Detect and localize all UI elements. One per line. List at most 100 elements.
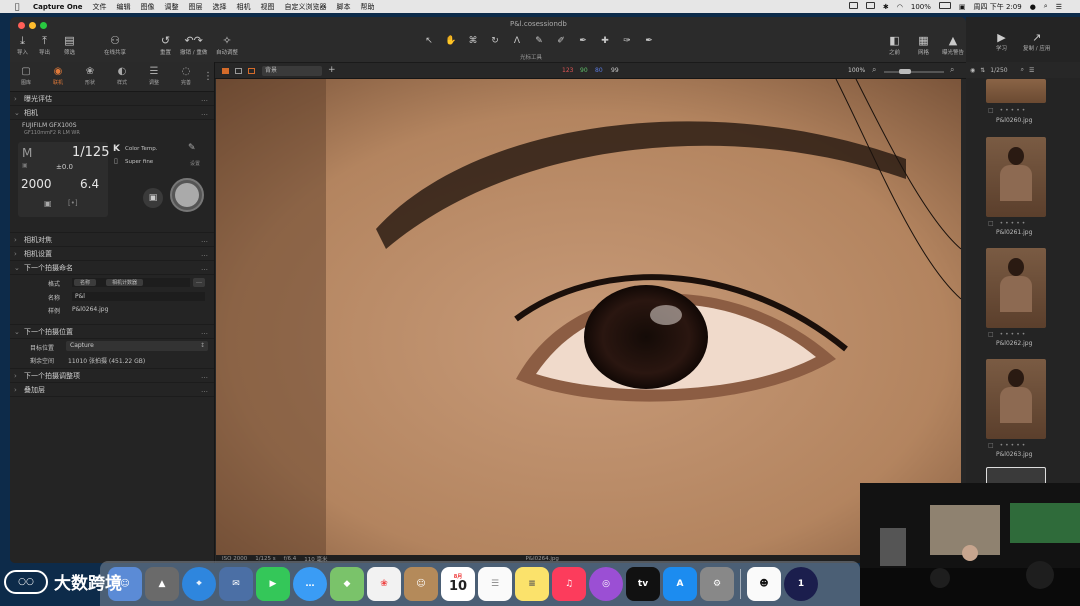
menu-custom-browser[interactable]: 自定义浏览器: [280, 2, 332, 12]
zoom-slider[interactable]: [884, 69, 944, 74]
calendar-icon[interactable]: 8月 10: [441, 566, 475, 601]
exposure-mode[interactable]: M: [22, 146, 32, 160]
podcasts-icon[interactable]: ◎: [589, 566, 623, 601]
quality-label[interactable]: Super fine: [125, 159, 153, 165]
undo-redo-button[interactable]: ↶↷ 撤销 / 重做: [180, 34, 207, 56]
launchpad-icon[interactable]: ▲: [145, 566, 179, 601]
format-token-counter[interactable]: 相机计数器: [106, 279, 144, 286]
apple-tv-icon[interactable]: tv: [626, 566, 660, 601]
learn-button[interactable]: ▶ 学习: [996, 31, 1007, 52]
more-icon[interactable]: …: [201, 236, 208, 244]
tab-adjust[interactable]: ☰ 调整: [138, 62, 170, 91]
safari-icon[interactable]: ⌖: [182, 566, 216, 601]
format-field[interactable]: 名称 相机计数器: [72, 278, 190, 287]
rating-stars[interactable]: □ •••••: [988, 442, 1027, 449]
heal-icon[interactable]: ✚: [596, 36, 614, 46]
aperture-value[interactable]: 6.4: [80, 177, 99, 191]
rating-stars[interactable]: □ •••••: [988, 220, 1027, 227]
tab-library[interactable]: ▢ 图库: [10, 62, 42, 91]
apple-menu-icon[interactable]: : [12, 2, 22, 12]
section-camera-focus[interactable]: › 相机对焦…: [10, 233, 214, 247]
app-store-icon[interactable]: A: [663, 566, 697, 601]
thumbnail-0263[interactable]: [986, 359, 1046, 439]
more-icon[interactable]: …: [201, 95, 208, 103]
messages-icon[interactable]: …: [293, 566, 327, 601]
zoom-icon[interactable]: ⌕: [872, 65, 876, 75]
browser-menu-icon[interactable]: ☰: [1029, 67, 1034, 74]
zoom-in-icon[interactable]: ⌕: [950, 65, 954, 75]
thumbnail-0260[interactable]: [986, 79, 1046, 103]
reset-button[interactable]: ↺ 重置: [160, 34, 171, 56]
music-icon[interactable]: ♫: [552, 566, 586, 601]
add-icon[interactable]: +: [328, 65, 336, 75]
rating-stars[interactable]: □ •••••: [988, 107, 1027, 114]
drive-mode-icon[interactable]: ▣: [44, 199, 52, 208]
export-button[interactable]: ⤒ 导出: [39, 34, 50, 56]
settings-link[interactable]: 设置: [190, 160, 200, 167]
more-icon[interactable]: …: [201, 264, 208, 272]
picker-icon[interactable]: ✑: [618, 36, 636, 46]
grid-button[interactable]: ▦ 网格: [918, 34, 929, 56]
more-icon[interactable]: …: [201, 250, 208, 258]
contacts-icon[interactable]: ☺: [404, 566, 438, 601]
facetime-icon[interactable]: ▶: [256, 566, 290, 601]
search-icon[interactable]: ⌕: [1021, 66, 1024, 74]
menu-image[interactable]: 图像: [136, 2, 160, 12]
eraser-icon[interactable]: ✐: [552, 36, 570, 46]
shutter-speed[interactable]: 1/125: [72, 145, 109, 160]
white-balance-label[interactable]: Color Temp.: [125, 146, 158, 152]
capture-button[interactable]: [170, 178, 204, 212]
live-view-button[interactable]: ▣: [143, 188, 163, 208]
sort-icon[interactable]: ⇅: [980, 67, 985, 74]
reminders-icon[interactable]: ☰: [478, 566, 512, 601]
annotate-icon[interactable]: ✒: [640, 36, 658, 46]
format-token-name[interactable]: 名称: [74, 279, 97, 286]
filter-button[interactable]: ▤ 筛选: [64, 34, 75, 56]
section-camera-settings[interactable]: › 相机设置…: [10, 247, 214, 261]
auto-adjust-button[interactable]: ✧ 自动调整: [216, 34, 238, 56]
section-camera[interactable]: ⌄ 相机…: [10, 106, 214, 120]
zoom-window-button[interactable]: [40, 22, 47, 29]
eye-icon[interactable]: ◉: [970, 67, 975, 74]
control-center-icon[interactable]: ☰: [1052, 3, 1066, 11]
format-options-button[interactable]: …: [193, 278, 205, 287]
more-icon[interactable]: …: [201, 328, 208, 336]
minimize-window-button[interactable]: [29, 22, 36, 29]
section-next-capture-naming[interactable]: ⌄ 下一个拍摄命名…: [10, 261, 214, 275]
menu-select[interactable]: 选择: [208, 2, 232, 12]
tab-style[interactable]: ◐ 样式: [106, 62, 138, 91]
section-next-capture-location[interactable]: ⌄ 下一个拍摄位置…: [10, 325, 214, 339]
iso-value[interactable]: 2000: [21, 177, 52, 191]
menu-help[interactable]: 帮助: [356, 2, 380, 12]
exposure-compensation[interactable]: ±0.0: [56, 163, 73, 171]
system-preferences-icon[interactable]: ⚙: [700, 566, 734, 601]
more-icon[interactable]: …: [201, 386, 208, 394]
menu-file[interactable]: 文件: [88, 2, 112, 12]
close-window-button[interactable]: [18, 22, 25, 29]
menu-edit[interactable]: 编辑: [112, 2, 136, 12]
maps-icon[interactable]: ◆: [330, 566, 364, 601]
capture-one-dock-icon[interactable]: 1: [784, 566, 818, 601]
menu-layer[interactable]: 图层: [184, 2, 208, 12]
zoom-level[interactable]: 100%: [848, 67, 865, 74]
bluetooth-icon[interactable]: ✱: [879, 3, 893, 11]
import-button[interactable]: ⤓ 导入: [17, 34, 28, 56]
view-mode-grid-icon[interactable]: [222, 68, 229, 74]
battery-percent[interactable]: 100%: [907, 3, 935, 11]
more-icon[interactable]: …: [201, 109, 208, 117]
menubar-clock[interactable]: 周四 下午 2:09: [970, 2, 1026, 12]
viewer-preset-select[interactable]: 背景: [262, 66, 322, 76]
section-exposure-eval[interactable]: › 曝光评估…: [10, 92, 214, 106]
photos-icon[interactable]: ❀: [367, 566, 401, 601]
user-avatar-icon[interactable]: ●: [1026, 3, 1040, 11]
thumbnail-0262[interactable]: [986, 248, 1046, 328]
thumbnail-0261[interactable]: [986, 137, 1046, 217]
section-next-capture-adjust[interactable]: › 下一个拍摄调整项…: [10, 369, 214, 383]
eyedropper-icon[interactable]: ✎: [188, 143, 196, 153]
search-icon[interactable]: ⌕: [1040, 2, 1052, 11]
rotate-icon[interactable]: ↻: [486, 36, 504, 46]
exposure-warning-button[interactable]: ▲ 曝光警告: [942, 34, 964, 56]
view-mode-multi-icon[interactable]: [248, 68, 255, 74]
destination-select[interactable]: Capture ↕: [66, 341, 208, 351]
section-overlay[interactable]: › 叠加层…: [10, 383, 214, 397]
